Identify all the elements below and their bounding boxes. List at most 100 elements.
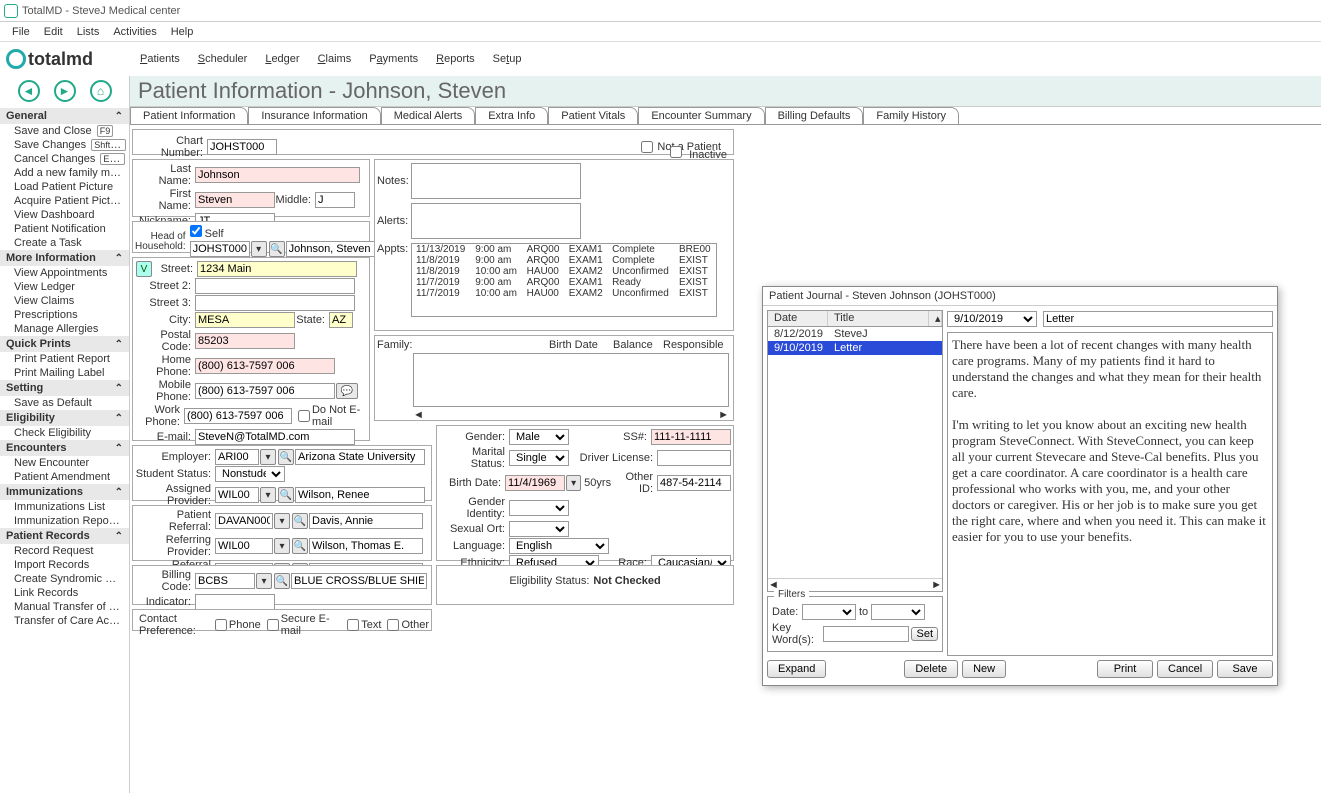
journal-title-input[interactable] bbox=[1043, 311, 1273, 327]
dropdown-icon[interactable]: ▾ bbox=[274, 538, 290, 554]
search-icon[interactable]: 🔍 bbox=[278, 487, 294, 503]
first-name-input[interactable] bbox=[195, 192, 275, 208]
middle-input[interactable] bbox=[315, 192, 355, 208]
postal-input[interactable] bbox=[195, 333, 295, 349]
nav-claims[interactable]: Claims bbox=[318, 53, 352, 65]
sidegroup-quick-prints[interactable]: Quick Prints⌃ bbox=[0, 336, 129, 352]
tab-extra-info[interactable]: Extra Info bbox=[475, 107, 548, 124]
sideitem-record-request[interactable]: Record Request bbox=[0, 544, 129, 558]
mobile-phone-input[interactable] bbox=[195, 383, 335, 399]
menu-edit[interactable]: Edit bbox=[38, 24, 69, 40]
city-input[interactable] bbox=[195, 312, 295, 328]
chart-number-input[interactable] bbox=[207, 139, 277, 155]
search-icon[interactable]: 🔍 bbox=[269, 241, 285, 257]
sidegroup-immunizations[interactable]: Immunizations⌃ bbox=[0, 484, 129, 500]
state-input[interactable] bbox=[329, 312, 353, 328]
calendar-icon[interactable]: ▾ bbox=[566, 475, 581, 491]
identity-select[interactable] bbox=[509, 500, 569, 516]
tab-encounter-summary[interactable]: Encounter Summary bbox=[638, 107, 764, 124]
cancel-button[interactable]: Cancel bbox=[1157, 660, 1213, 678]
employer-code-input[interactable] bbox=[215, 449, 259, 465]
hoh-self-checkbox[interactable] bbox=[190, 225, 202, 237]
lang-select[interactable]: English bbox=[509, 538, 609, 554]
sexort-select[interactable] bbox=[509, 521, 569, 537]
not-a-patient-checkbox[interactable] bbox=[641, 141, 653, 153]
street3-input[interactable] bbox=[195, 295, 355, 311]
filter-date-from[interactable] bbox=[802, 604, 856, 620]
sideitem-view-ledger[interactable]: View Ledger bbox=[0, 280, 129, 294]
pref-secure-email-checkbox[interactable] bbox=[267, 619, 279, 631]
appt-row[interactable]: 11/13/20199:00 amARQ00EXAM1CompleteBRE00 bbox=[412, 244, 716, 255]
no-email-checkbox[interactable] bbox=[298, 410, 310, 422]
sideitem-manual-transfer-of-care[interactable]: Manual Transfer of Care bbox=[0, 600, 129, 614]
sideitem-acquire-patient-picture[interactable]: Acquire Patient Picture bbox=[0, 194, 129, 208]
last-name-input[interactable] bbox=[195, 167, 360, 183]
dropdown-icon[interactable]: ▾ bbox=[251, 241, 267, 257]
tab-medical-alerts[interactable]: Medical Alerts bbox=[381, 107, 475, 124]
sideitem-view-claims[interactable]: View Claims bbox=[0, 294, 129, 308]
journal-date-select[interactable]: 9/10/2019 bbox=[947, 311, 1037, 327]
billing-code-input[interactable] bbox=[195, 573, 255, 589]
sideitem-save-as-default[interactable]: Save as Default bbox=[0, 396, 129, 410]
sms-icon[interactable]: 💬 bbox=[336, 383, 358, 399]
sideitem-patient-amendment[interactable]: Patient Amendment bbox=[0, 470, 129, 484]
sideitem-new-encounter[interactable]: New Encounter bbox=[0, 456, 129, 470]
expand-button[interactable]: Expand bbox=[767, 660, 826, 678]
billing-code-name[interactable] bbox=[291, 573, 427, 589]
sidegroup-general[interactable]: General⌃ bbox=[0, 108, 129, 124]
menu-lists[interactable]: Lists bbox=[71, 24, 106, 40]
alerts-textarea[interactable] bbox=[411, 203, 581, 239]
scroll-right-icon[interactable]: ► bbox=[931, 579, 942, 591]
sideitem-create-syndromic-survei-[interactable]: Create Syndromic Survei... bbox=[0, 572, 129, 586]
nav-setup[interactable]: Setup bbox=[493, 53, 522, 65]
indicator-input[interactable] bbox=[195, 594, 275, 610]
pref-text-checkbox[interactable] bbox=[347, 619, 359, 631]
sideitem-import-records[interactable]: Import Records bbox=[0, 558, 129, 572]
patient-referral-name[interactable] bbox=[309, 513, 423, 529]
referring-provider-code[interactable] bbox=[215, 538, 273, 554]
student-status-select[interactable]: Nonstudent bbox=[215, 466, 285, 482]
sideitem-link-records[interactable]: Link Records bbox=[0, 586, 129, 600]
appt-row[interactable]: 11/7/201910:00 amHAU00EXAM2UnconfirmedEX… bbox=[412, 288, 716, 299]
filter-set-button[interactable]: Set bbox=[911, 627, 938, 641]
dropdown-icon[interactable]: ▾ bbox=[256, 573, 272, 589]
sideitem-save-and-close[interactable]: Save and Close F9 bbox=[0, 124, 129, 138]
appt-row[interactable]: 11/8/20199:00 amARQ00EXAM1CompleteEXIST bbox=[412, 255, 716, 266]
assigned-code-input[interactable] bbox=[215, 487, 259, 503]
journal-row-selected[interactable]: 9/10/2019Letter bbox=[768, 341, 942, 355]
sideitem-prescriptions[interactable]: Prescriptions bbox=[0, 308, 129, 322]
tab-patient-vitals[interactable]: Patient Vitals bbox=[548, 107, 638, 124]
otherid-input[interactable] bbox=[657, 475, 731, 491]
journal-col-title[interactable]: Title bbox=[828, 311, 929, 326]
filter-date-to[interactable] bbox=[871, 604, 925, 620]
pref-other-checkbox[interactable] bbox=[387, 619, 399, 631]
street-input[interactable] bbox=[197, 261, 357, 277]
birth-input[interactable] bbox=[505, 475, 565, 491]
journal-col-date[interactable]: Date bbox=[768, 311, 828, 326]
new-button[interactable]: New bbox=[962, 660, 1006, 678]
patient-referral-code[interactable] bbox=[215, 513, 273, 529]
sideitem-load-patient-picture[interactable]: Load Patient Picture bbox=[0, 180, 129, 194]
hoh-code-input[interactable] bbox=[190, 241, 250, 257]
tab-billing-defaults[interactable]: Billing Defaults bbox=[765, 107, 864, 124]
family-list[interactable] bbox=[413, 353, 729, 407]
nav-forward-button[interactable]: ► bbox=[54, 80, 76, 102]
search-icon[interactable]: 🔍 bbox=[292, 538, 308, 554]
street2-input[interactable] bbox=[195, 278, 355, 294]
sideitem-add-a-new-family-member[interactable]: Add a new family member bbox=[0, 166, 129, 180]
sideitem-print-mailing-label[interactable]: Print Mailing Label bbox=[0, 366, 129, 380]
search-icon[interactable]: 🔍 bbox=[292, 513, 308, 529]
work-phone-input[interactable] bbox=[184, 408, 292, 424]
menu-file[interactable]: File bbox=[6, 24, 36, 40]
filter-keywords-input[interactable] bbox=[823, 626, 909, 642]
sideitem-save-changes[interactable]: Save Changes Shft F9 bbox=[0, 138, 129, 152]
sideitem-cancel-changes[interactable]: Cancel Changes ESC bbox=[0, 152, 129, 166]
menu-activities[interactable]: Activities bbox=[107, 24, 162, 40]
sideitem-view-appointments[interactable]: View Appointments bbox=[0, 266, 129, 280]
appt-row[interactable]: 11/8/201910:00 amHAU00EXAM2UnconfirmedEX… bbox=[412, 266, 716, 277]
assigned-name-input[interactable] bbox=[295, 487, 425, 503]
sideitem-view-dashboard[interactable]: View Dashboard bbox=[0, 208, 129, 222]
nav-patients[interactable]: Patients bbox=[140, 53, 180, 65]
search-icon[interactable]: 🔍 bbox=[278, 449, 294, 465]
employer-name-input[interactable] bbox=[295, 449, 425, 465]
